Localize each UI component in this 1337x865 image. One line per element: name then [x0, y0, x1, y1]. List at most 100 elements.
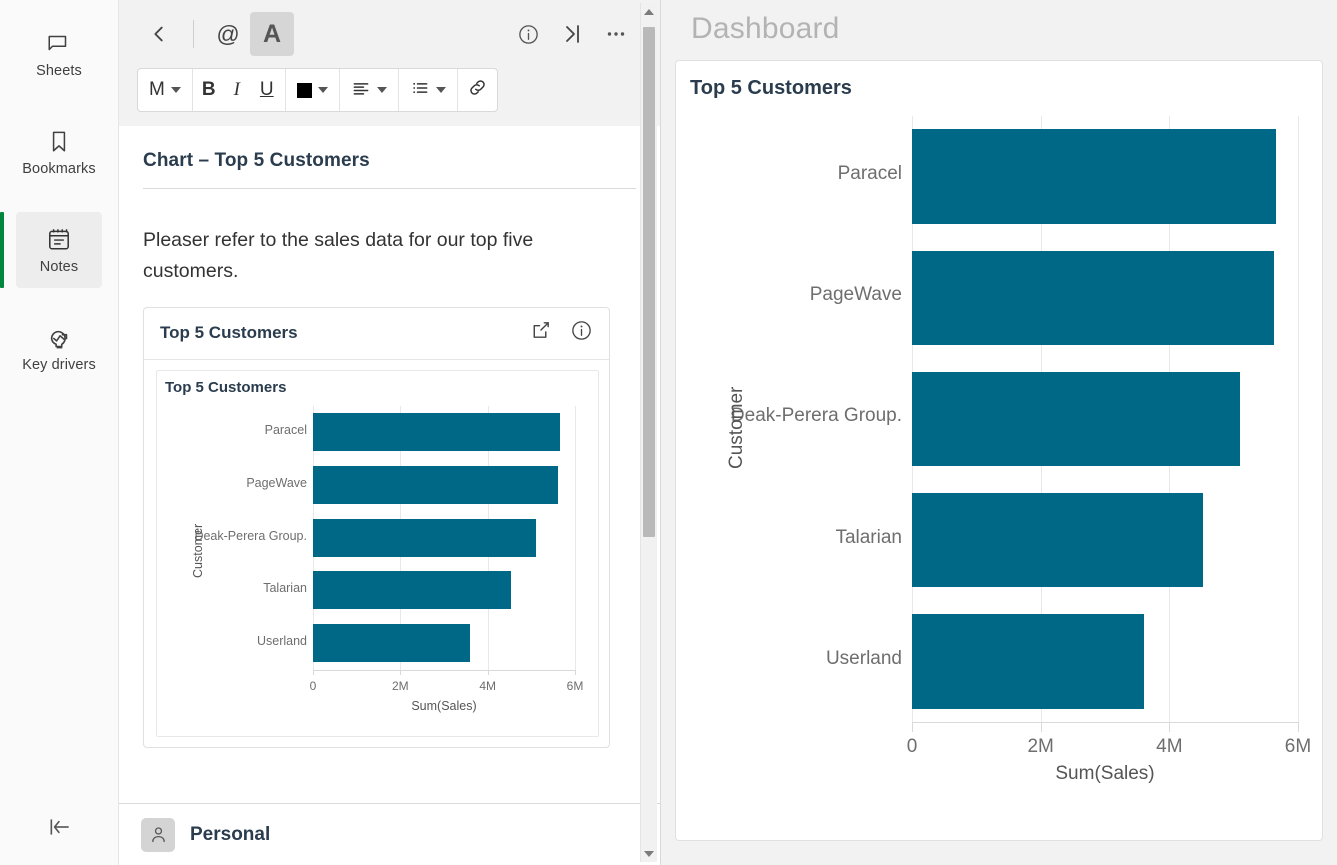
collapse-right-icon: [566, 25, 579, 43]
chart-tick-mark: [487, 669, 489, 675]
info-circle-icon: [572, 321, 591, 340]
note-title: Chart – Top 5 Customers: [143, 150, 370, 171]
sidebar-item-notes[interactable]: Notes: [0, 212, 102, 288]
scroll-up-button[interactable]: [641, 3, 657, 20]
chart-bar[interactable]: [912, 614, 1144, 709]
chart-x-tick-label: 6M: [1284, 736, 1312, 757]
chart-y-category-label: PageWave: [809, 284, 902, 306]
sidebar-item-sheets[interactable]: Sheets: [16, 16, 102, 92]
share-export-icon: [533, 322, 549, 339]
text-color-dropdown[interactable]: [286, 69, 340, 111]
chart-tick-mark: [1169, 722, 1171, 732]
chart-tick-mark: [313, 669, 314, 675]
chart-tick-mark: [400, 669, 402, 675]
sheets-icon: [46, 30, 72, 56]
expand-panel-button[interactable]: [550, 12, 594, 56]
chart-gridline: [575, 405, 576, 670]
note-divider: [143, 188, 636, 189]
bullet-list-icon: [410, 78, 430, 103]
chart-y-category-label: Talarian: [835, 526, 902, 548]
scrollbar-thumb[interactable]: [643, 27, 655, 537]
embedded-chart-wrap: Top 5 Customers 0 2M 4M 6M Paracel PageWave De…: [144, 360, 609, 747]
italic-button[interactable]: I: [225, 69, 249, 111]
chart-x-tick-label: 4M: [479, 678, 496, 693]
chevron-down-icon: [435, 87, 446, 93]
sidebar-item-bookmarks[interactable]: Bookmarks: [16, 114, 102, 190]
chart-y-axis-title: Customer: [726, 386, 747, 469]
underline-button[interactable]: U: [249, 69, 286, 111]
format-button-group: M B I U: [137, 68, 498, 112]
chart-y-category-label: Paracel: [264, 422, 307, 437]
collapse-panel-button[interactable]: [0, 807, 119, 851]
app-root: Sheets Bookmarks Notes Key drivers @ A M…: [0, 0, 1337, 865]
caret-up-icon: [644, 8, 654, 15]
chart-bar[interactable]: [313, 465, 559, 504]
chart-bar[interactable]: [912, 492, 1204, 588]
back-button[interactable]: [137, 12, 181, 56]
note-body[interactable]: Pleaser refer to the sales data for our …: [119, 203, 660, 803]
embedded-chart-card[interactable]: Top 5 Customers Top 5 Customers 0 2M 4M …: [143, 306, 610, 748]
note-scrollbar[interactable]: [640, 3, 657, 862]
chart-tick-mark: [575, 669, 576, 675]
mention-button[interactable]: @: [206, 12, 250, 56]
notes-toolbar: @ A: [119, 0, 660, 68]
chart-axis-line: [313, 669, 575, 671]
note-footer: Personal: [119, 803, 660, 865]
text-style-dropdown[interactable]: M: [138, 69, 193, 111]
dashboard-chart-card[interactable]: Top 5 Customers 0 2M 4M 6M Paracel PageWave De…: [675, 60, 1323, 841]
dashboard-panel: Dashboard Top 5 Customers 0 2M 4M 6M Paracel…: [661, 0, 1337, 865]
chevron-down-icon: [170, 87, 181, 93]
chart-x-tick-label: 0: [309, 678, 317, 693]
chart-bar[interactable]: [912, 129, 1277, 224]
chevron-down-icon: [376, 87, 387, 93]
more-options-button[interactable]: [594, 12, 638, 56]
chart-x-axis-title: Sum(Sales): [1055, 763, 1155, 784]
ellipsis-icon: [607, 32, 625, 36]
bold-label: B: [201, 79, 216, 100]
chart-bar[interactable]: [912, 371, 1241, 467]
mention-icon: @: [216, 20, 240, 47]
bold-button[interactable]: B: [193, 69, 225, 111]
format-toolbar: M B I U: [119, 68, 660, 126]
text-format-toggle[interactable]: A: [250, 12, 294, 56]
chart-y-category-label: Paracel: [837, 162, 902, 184]
chart-x-tick-label: 4M: [1156, 736, 1183, 757]
note-header: Chart – Top 5 Customers: [119, 126, 660, 203]
chart-bar[interactable]: [313, 412, 561, 451]
chart-bar[interactable]: [912, 250, 1274, 346]
chart-bar[interactable]: [313, 518, 536, 557]
insert-link-button[interactable]: [458, 69, 497, 111]
note-info-button[interactable]: [506, 12, 550, 56]
sidebar-item-label: Bookmarks: [22, 160, 96, 177]
align-dropdown[interactable]: [340, 69, 399, 111]
embedded-info-button[interactable]: [570, 319, 593, 347]
chart-bar[interactable]: [313, 571, 511, 610]
notes-panel: @ A M B I U Chart – Top 5 Customers Plea…: [119, 0, 661, 865]
left-rail: Sheets Bookmarks Notes Key drivers: [0, 0, 119, 865]
chart-x-tick-label: 2M: [1027, 736, 1054, 757]
chart-tick-mark: [912, 722, 913, 732]
align-left-icon: [351, 78, 371, 103]
embedded-card-actions: [529, 319, 593, 347]
chart-y-category-label: Userland: [256, 634, 307, 649]
avatar[interactable]: [141, 817, 175, 852]
caret-down-icon: [644, 850, 654, 857]
dashboard-bar-chart[interactable]: 0 2M 4M 6M Paracel PageWave Deak-Perera Group.…: [690, 110, 1311, 830]
scroll-down-button[interactable]: [641, 845, 657, 862]
chevron-left-icon: [154, 26, 163, 42]
collapse-panel-icon: [47, 814, 73, 845]
note-owner-name: Personal: [190, 823, 271, 845]
embedded-bar-chart[interactable]: 0 2M 4M 6M Paracel PageWave Deak-Perera Group.…: [165, 402, 590, 732]
chart-x-axis-title: Sum(Sales): [411, 698, 477, 713]
chart-bar[interactable]: [313, 624, 471, 663]
link-icon: [467, 77, 488, 103]
chart-y-category-label: PageWave: [246, 475, 307, 490]
embedded-chart-title: Top 5 Customers: [165, 378, 287, 396]
embedded-chart-frame: Top 5 Customers 0 2M 4M 6M Paracel PageWave De…: [156, 369, 599, 737]
chart-x-tick-label: 0: [906, 736, 918, 757]
share-export-button[interactable]: [529, 319, 552, 347]
chart-y-category-label: Deak-Perera Group.: [730, 405, 902, 427]
sidebar-item-key-drivers[interactable]: Key drivers: [16, 310, 102, 386]
note-paragraph: Pleaser refer to the sales data for our …: [143, 229, 534, 282]
list-dropdown[interactable]: [399, 69, 458, 111]
